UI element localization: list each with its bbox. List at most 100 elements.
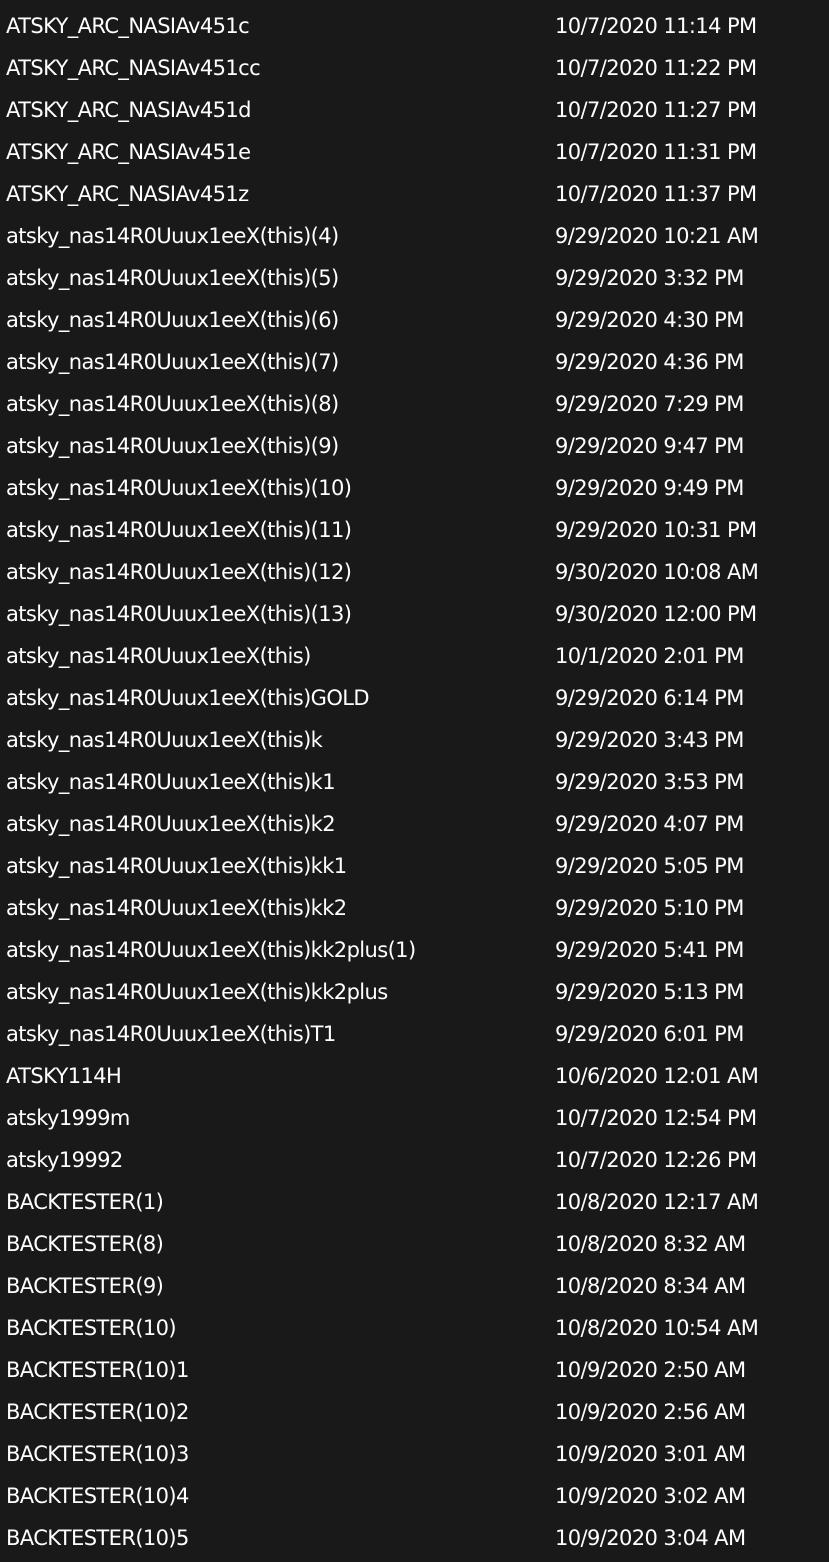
file-row[interactable]: BACKTESTER(10) 10/8/2020 10:54 AM: [0, 1307, 829, 1349]
file-date-modified: 10/9/2020 2:50 AM: [555, 1358, 746, 1382]
file-row[interactable]: atsky_nas14R0Uuux1eeX(this)(11) 9/29/2020…: [0, 509, 829, 551]
file-row[interactable]: atsky_nas14R0Uuux1eeX(this)(4) 9/29/2020 …: [0, 215, 829, 257]
file-date-modified: 9/29/2020 9:49 PM: [555, 476, 744, 500]
file-date-modified: 9/29/2020 7:29 PM: [555, 392, 744, 416]
file-name: atsky_nas14R0Uuux1eeX(this)k2: [6, 812, 336, 836]
file-date-modified: 10/1/2020 2:01 PM: [555, 644, 744, 668]
file-row[interactable]: atsky_nas14R0Uuux1eeX(this)k2 9/29/2020 4…: [0, 803, 829, 845]
file-row[interactable]: ATSKY_ARC_NASIAv451e 10/7/2020 11:31 PM: [0, 131, 829, 173]
file-row[interactable]: ATSKY_ARC_NASIAv451c 10/7/2020 11:14 PM: [0, 5, 829, 47]
file-name: atsky_nas14R0Uuux1eeX(this)T1: [6, 1022, 336, 1046]
file-name: atsky_nas14R0Uuux1eeX(this)kk2plus(1): [6, 938, 416, 962]
file-row[interactable]: atsky_nas14R0Uuux1eeX(this)(10) 9/29/2020…: [0, 467, 829, 509]
file-date-modified: 10/7/2020 11:27 PM: [555, 98, 757, 122]
file-name: atsky_nas14R0Uuux1eeX(this)(11): [6, 518, 352, 542]
file-name: BACKTESTER(10)2: [6, 1400, 189, 1424]
file-date-modified: 10/8/2020 10:54 AM: [555, 1316, 759, 1340]
file-name: atsky1999m: [6, 1106, 130, 1130]
file-name: BACKTESTER(10): [6, 1316, 177, 1340]
file-name: ATSKY_ARC_NASIAv451z: [6, 182, 249, 206]
file-row[interactable]: atsky_nas14R0Uuux1eeX(this)k 9/29/2020 3:…: [0, 719, 829, 761]
file-name: ATSKY_ARC_NASIAv451d: [6, 98, 252, 122]
file-date-modified: 10/9/2020 2:56 AM: [555, 1400, 746, 1424]
file-date-modified: 10/7/2020 11:22 PM: [555, 56, 757, 80]
file-date-modified: 10/9/2020 3:01 AM: [555, 1442, 746, 1466]
file-date-modified: 9/29/2020 4:36 PM: [555, 350, 744, 374]
file-row[interactable]: atsky_nas14R0Uuux1eeX(this)(9) 9/29/2020 …: [0, 425, 829, 467]
file-row[interactable]: ATSKY_ARC_NASIAv451z 10/7/2020 11:37 PM: [0, 173, 829, 215]
file-name: atsky_nas14R0Uuux1eeX(this)kk2: [6, 896, 347, 920]
file-date-modified: 10/8/2020 8:32 AM: [555, 1232, 746, 1256]
file-row[interactable]: atsky_nas14R0Uuux1eeX(this)(13) 9/30/2020…: [0, 593, 829, 635]
file-date-modified: 10/7/2020 11:31 PM: [555, 140, 757, 164]
file-name: atsky_nas14R0Uuux1eeX(this)GOLD: [6, 686, 370, 710]
file-name: atsky_nas14R0Uuux1eeX(this): [6, 644, 311, 668]
file-row[interactable]: BACKTESTER(10)1 10/9/2020 2:50 AM: [0, 1349, 829, 1391]
file-row[interactable]: atsky_nas14R0Uuux1eeX(this)(12) 9/30/2020…: [0, 551, 829, 593]
file-row[interactable]: BACKTESTER(10)3 10/9/2020 3:01 AM: [0, 1433, 829, 1475]
file-name: ATSKY_ARC_NASIAv451c: [6, 14, 250, 38]
file-row[interactable]: atsky_nas14R0Uuux1eeX(this) 10/1/2020 2:0…: [0, 635, 829, 677]
file-name: BACKTESTER(9): [6, 1274, 164, 1298]
file-date-modified: 9/30/2020 12:00 PM: [555, 602, 757, 626]
file-name: atsky_nas14R0Uuux1eeX(this)k1: [6, 770, 336, 794]
file-row[interactable]: BACKTESTER(9) 10/8/2020 8:34 AM: [0, 1265, 829, 1307]
file-row[interactable]: atsky_nas14R0Uuux1eeX(this)(7) 9/29/2020 …: [0, 341, 829, 383]
file-name: atsky_nas14R0Uuux1eeX(this)(5): [6, 266, 339, 290]
file-date-modified: 9/29/2020 5:41 PM: [555, 938, 744, 962]
file-date-modified: 9/29/2020 3:53 PM: [555, 770, 744, 794]
file-date-modified: 9/29/2020 4:30 PM: [555, 308, 744, 332]
file-row[interactable]: ATSKY_ARC_NASIAv451d 10/7/2020 11:27 PM: [0, 89, 829, 131]
file-date-modified: 9/30/2020 10:08 AM: [555, 560, 759, 584]
file-row[interactable]: atsky_nas14R0Uuux1eeX(this)kk2plus 9/29/2…: [0, 971, 829, 1013]
file-date-modified: 9/29/2020 6:01 PM: [555, 1022, 744, 1046]
file-row[interactable]: atsky_nas14R0Uuux1eeX(this)kk2plus(1) 9/2…: [0, 929, 829, 971]
file-row[interactable]: BACKTESTER(8) 10/8/2020 8:32 AM: [0, 1223, 829, 1265]
file-name: atsky19992: [6, 1148, 123, 1172]
file-name: atsky_nas14R0Uuux1eeX(this)kk2plus: [6, 980, 388, 1004]
file-name: BACKTESTER(10)4: [6, 1484, 189, 1508]
file-date-modified: 9/29/2020 9:47 PM: [555, 434, 744, 458]
file-date-modified: 10/8/2020 12:17 AM: [555, 1190, 759, 1214]
file-row[interactable]: atsky19992 10/7/2020 12:26 PM: [0, 1139, 829, 1181]
file-row[interactable]: atsky_nas14R0Uuux1eeX(this)kk1 9/29/2020 …: [0, 845, 829, 887]
file-row[interactable]: ATSKY114H 10/6/2020 12:01 AM: [0, 1055, 829, 1097]
file-row[interactable]: atsky_nas14R0Uuux1eeX(this)(6) 9/29/2020 …: [0, 299, 829, 341]
file-row[interactable]: BACKTESTER(10)2 10/9/2020 2:56 AM: [0, 1391, 829, 1433]
file-date-modified: 9/29/2020 5:10 PM: [555, 896, 744, 920]
file-name: atsky_nas14R0Uuux1eeX(this)kk1: [6, 854, 347, 878]
file-row[interactable]: atsky_nas14R0Uuux1eeX(this)(5) 9/29/2020 …: [0, 257, 829, 299]
file-date-modified: 9/29/2020 10:21 AM: [555, 224, 759, 248]
file-name: atsky_nas14R0Uuux1eeX(this)(6): [6, 308, 339, 332]
file-date-modified: 9/29/2020 6:14 PM: [555, 686, 744, 710]
file-row[interactable]: atsky_nas14R0Uuux1eeX(this)GOLD 9/29/2020…: [0, 677, 829, 719]
file-name: atsky_nas14R0Uuux1eeX(this)(13): [6, 602, 352, 626]
file-row[interactable]: BACKTESTER(10)4 10/9/2020 3:02 AM: [0, 1475, 829, 1517]
file-name: atsky_nas14R0Uuux1eeX(this)k: [6, 728, 323, 752]
file-name: atsky_nas14R0Uuux1eeX(this)(9): [6, 434, 339, 458]
file-row[interactable]: atsky_nas14R0Uuux1eeX(this)kk2 9/29/2020 …: [0, 887, 829, 929]
file-row[interactable]: BACKTESTER(1) 10/8/2020 12:17 AM: [0, 1181, 829, 1223]
file-row[interactable]: atsky_nas14R0Uuux1eeX(this)T1 9/29/2020 6…: [0, 1013, 829, 1055]
file-name: BACKTESTER(1): [6, 1190, 164, 1214]
file-date-modified: 9/29/2020 4:07 PM: [555, 812, 744, 836]
file-name: BACKTESTER(10)1: [6, 1358, 189, 1382]
file-date-modified: 10/9/2020 3:04 AM: [555, 1526, 746, 1550]
file-name: atsky_nas14R0Uuux1eeX(this)(12): [6, 560, 352, 584]
file-row[interactable]: atsky_nas14R0Uuux1eeX(this)k1 9/29/2020 3…: [0, 761, 829, 803]
file-date-modified: 10/6/2020 12:01 AM: [555, 1064, 759, 1088]
file-row[interactable]: BACKTESTER(10)5 10/9/2020 3:04 AM: [0, 1517, 829, 1559]
file-list: ATSKY_ARC_NASIAv451c 10/7/2020 11:14 PM AT…: [0, 5, 829, 1559]
file-row[interactable]: atsky_nas14R0Uuux1eeX(this)(8) 9/29/2020 …: [0, 383, 829, 425]
file-row[interactable]: ATSKY_ARC_NASIAv451cc 10/7/2020 11:22 PM: [0, 47, 829, 89]
file-name: atsky_nas14R0Uuux1eeX(this)(7): [6, 350, 339, 374]
file-name: ATSKY_ARC_NASIAv451cc: [6, 56, 261, 80]
file-name: atsky_nas14R0Uuux1eeX(this)(8): [6, 392, 339, 416]
file-name: BACKTESTER(10)3: [6, 1442, 189, 1466]
file-date-modified: 9/29/2020 5:13 PM: [555, 980, 744, 1004]
file-name: atsky_nas14R0Uuux1eeX(this)(10): [6, 476, 352, 500]
file-name: BACKTESTER(10)5: [6, 1526, 189, 1550]
file-date-modified: 9/29/2020 5:05 PM: [555, 854, 744, 878]
file-row[interactable]: atsky1999m 10/7/2020 12:54 PM: [0, 1097, 829, 1139]
file-date-modified: 10/7/2020 11:37 PM: [555, 182, 757, 206]
